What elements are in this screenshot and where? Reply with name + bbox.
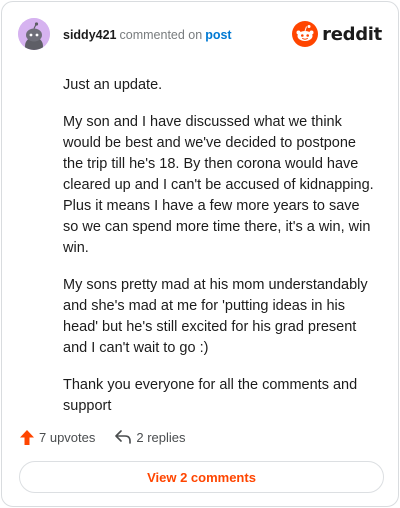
- avatar[interactable]: [18, 18, 50, 50]
- comment-paragraph: Thank you everyone for all the comments …: [63, 377, 358, 414]
- snoo-avatar-icon: [18, 18, 50, 50]
- brand-wordmark: reddit: [322, 23, 382, 45]
- reddit-logo-icon: [292, 21, 319, 47]
- comment-meta: siddy421 commented on post: [63, 28, 232, 42]
- replies-count: 2 replies: [136, 429, 186, 445]
- reply-arrow-icon: [115, 430, 132, 444]
- comment-header: siddy421 commented on post reddit: [18, 18, 382, 52]
- upvotes-count: 7 upvotes: [39, 429, 96, 445]
- comment-paragraph: My son and I have discussed what we thin…: [63, 114, 374, 256]
- username[interactable]: siddy421: [63, 28, 117, 42]
- upvote-arrow-icon: [20, 429, 34, 445]
- upvote-button[interactable]: 7 upvotes: [20, 429, 96, 445]
- comment-body: Just an update. My son and I have discus…: [63, 75, 375, 433]
- comment-actions: 7 upvotes 2 replies: [20, 426, 186, 448]
- comment-card: siddy421 commented on post reddit Just an …: [1, 1, 399, 507]
- meta-action-text: commented on: [119, 28, 203, 42]
- comment-paragraph: Just an update.: [63, 77, 163, 93]
- replies-button[interactable]: 2 replies: [115, 429, 186, 445]
- post-link[interactable]: post: [205, 28, 231, 42]
- view-comments-button[interactable]: View 2 comments: [19, 461, 384, 493]
- reddit-brand[interactable]: reddit: [292, 21, 382, 47]
- comment-paragraph: My sons pretty mad at his mom understand…: [63, 277, 368, 356]
